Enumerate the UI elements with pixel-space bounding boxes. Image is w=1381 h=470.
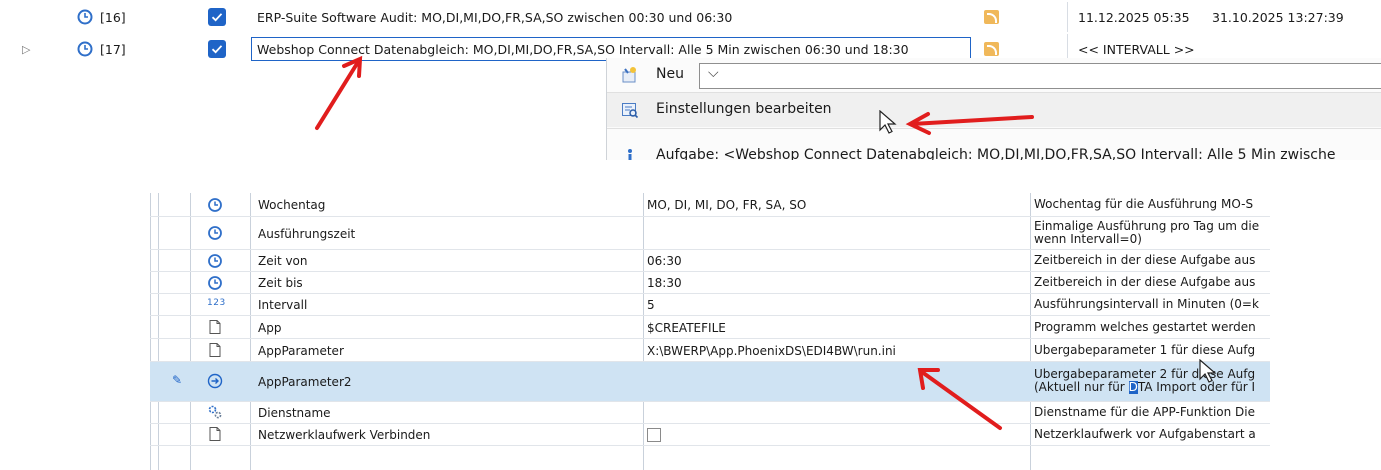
annotation-arrows	[315, 55, 1034, 430]
red-arrow-icon	[905, 112, 1034, 135]
red-arrow-icon	[917, 368, 1002, 430]
red-arrow-icon	[315, 55, 363, 130]
